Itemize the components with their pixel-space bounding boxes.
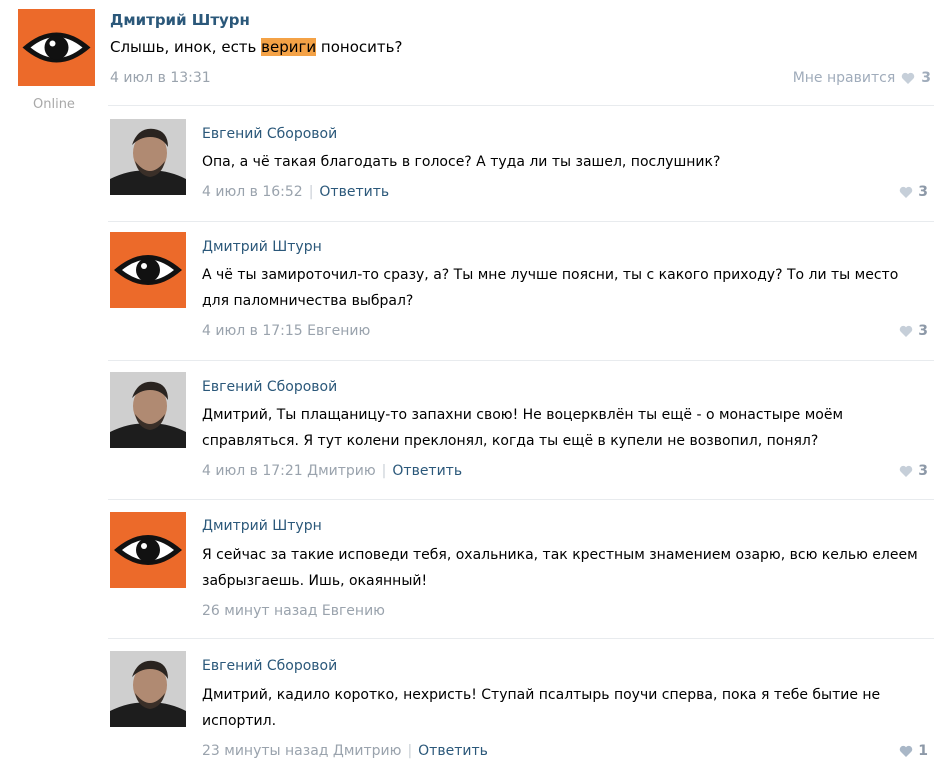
comment-date[interactable]: 4 июл в 17:15 Евгению [202,323,370,339]
comment-item: Дмитрий Штурн А чё ты замироточил-то сра… [108,221,934,360]
post-author-link[interactable]: Дмитрий Штурн [110,11,250,29]
user-photo [110,119,186,195]
heart-icon [902,72,915,84]
comment-like-count: 3 [918,184,928,200]
comment-like-button[interactable]: 3 [899,323,928,339]
main-post: Online Дмитрий Штурн Слышь, инок, есть в… [0,0,949,115]
comment-like-button[interactable]: 1 [899,743,928,759]
commenter-avatar[interactable] [110,232,186,308]
commenter-avatar[interactable] [110,119,186,195]
separator: | [308,184,314,200]
comment-item: Евгений Сборовой Дмитрий, кадило коротко… [108,638,934,769]
like-label: Мне нравится [792,70,896,86]
comment-text: Дмитрий, кадило коротко, нехристь! Ступа… [202,687,881,729]
comment-item: Дмитрий Штурн Я сейчас за такие исповеди… [108,499,934,638]
comment-like-count: 1 [918,743,928,759]
comment-meta: 23 минуты назад Дмитрию | Ответить [202,743,488,759]
like-button[interactable]: Мне нравится 3 [793,70,931,86]
comment-meta: 4 июл в 16:52 | Ответить [202,184,389,200]
reply-button[interactable]: Ответить [319,184,389,200]
online-status: Online [33,97,75,112]
user-photo [110,651,186,727]
reply-button[interactable]: Ответить [392,463,462,479]
comment-like-count: 3 [918,323,928,339]
highlighted-word: вериги [261,38,317,56]
reply-button[interactable]: Ответить [418,743,488,759]
comment-like-count: 3 [918,463,928,479]
comment-author-link[interactable]: Дмитрий Штурн [202,518,322,534]
comment-date[interactable]: 4 июл в 16:52 [202,184,303,200]
commenter-avatar[interactable] [110,372,186,448]
separator: | [407,743,413,759]
post-text-end: поносить? [316,38,403,56]
eye-logo-icon [114,255,182,285]
comment-item: Евгений Сборовой Дмитрий, Ты плащаницу-т… [108,360,934,499]
eye-logo-icon [22,32,91,63]
comment-text: Я сейчас за такие исповеди тебя, охальни… [202,547,918,589]
eye-logo-icon [114,535,182,565]
comment-item: Евгений Сборовой Опа, а чё такая благода… [108,105,934,221]
comment-author-link[interactable]: Евгений Сборовой [202,379,337,395]
comment-author-link[interactable]: Евгений Сборовой [202,658,337,674]
post-date[interactable]: 4 июл в 13:31 [110,70,211,86]
comment-meta: 4 июл в 17:21 Дмитрию | Ответить [202,463,462,479]
comment-like-button[interactable]: 3 [899,184,928,200]
user-photo [110,372,186,448]
like-count: 3 [921,70,931,86]
comment-date[interactable]: 26 минут назад Евгению [202,603,385,619]
author-avatar[interactable] [18,9,95,86]
commenter-avatar[interactable] [110,512,186,588]
comment-date[interactable]: 23 минуты назад Дмитрию [202,743,401,759]
comment-author-link[interactable]: Дмитрий Штурн [202,239,322,255]
heart-icon [900,465,913,477]
comment-text: Дмитрий, Ты плащаницу-то запахни свою! Н… [202,407,843,449]
comment-author-link[interactable]: Евгений Сборовой [202,126,337,142]
comment-date[interactable]: 4 июл в 17:21 Дмитрию [202,463,376,479]
heart-icon [900,325,913,337]
heart-icon [900,745,913,757]
commenter-avatar[interactable] [110,651,186,727]
comment-text: А чё ты замироточил-то сразу, а? Ты мне … [202,267,899,309]
post-text-start: Слышь, инок, есть [110,38,262,56]
heart-icon [900,186,913,198]
separator: | [381,463,387,479]
comment-like-button[interactable]: 3 [899,463,928,479]
post-text: Слышь, инок, есть вериги поносить? [110,38,402,56]
comment-text: Опа, а чё такая благодать в голосе? А ту… [202,154,721,170]
